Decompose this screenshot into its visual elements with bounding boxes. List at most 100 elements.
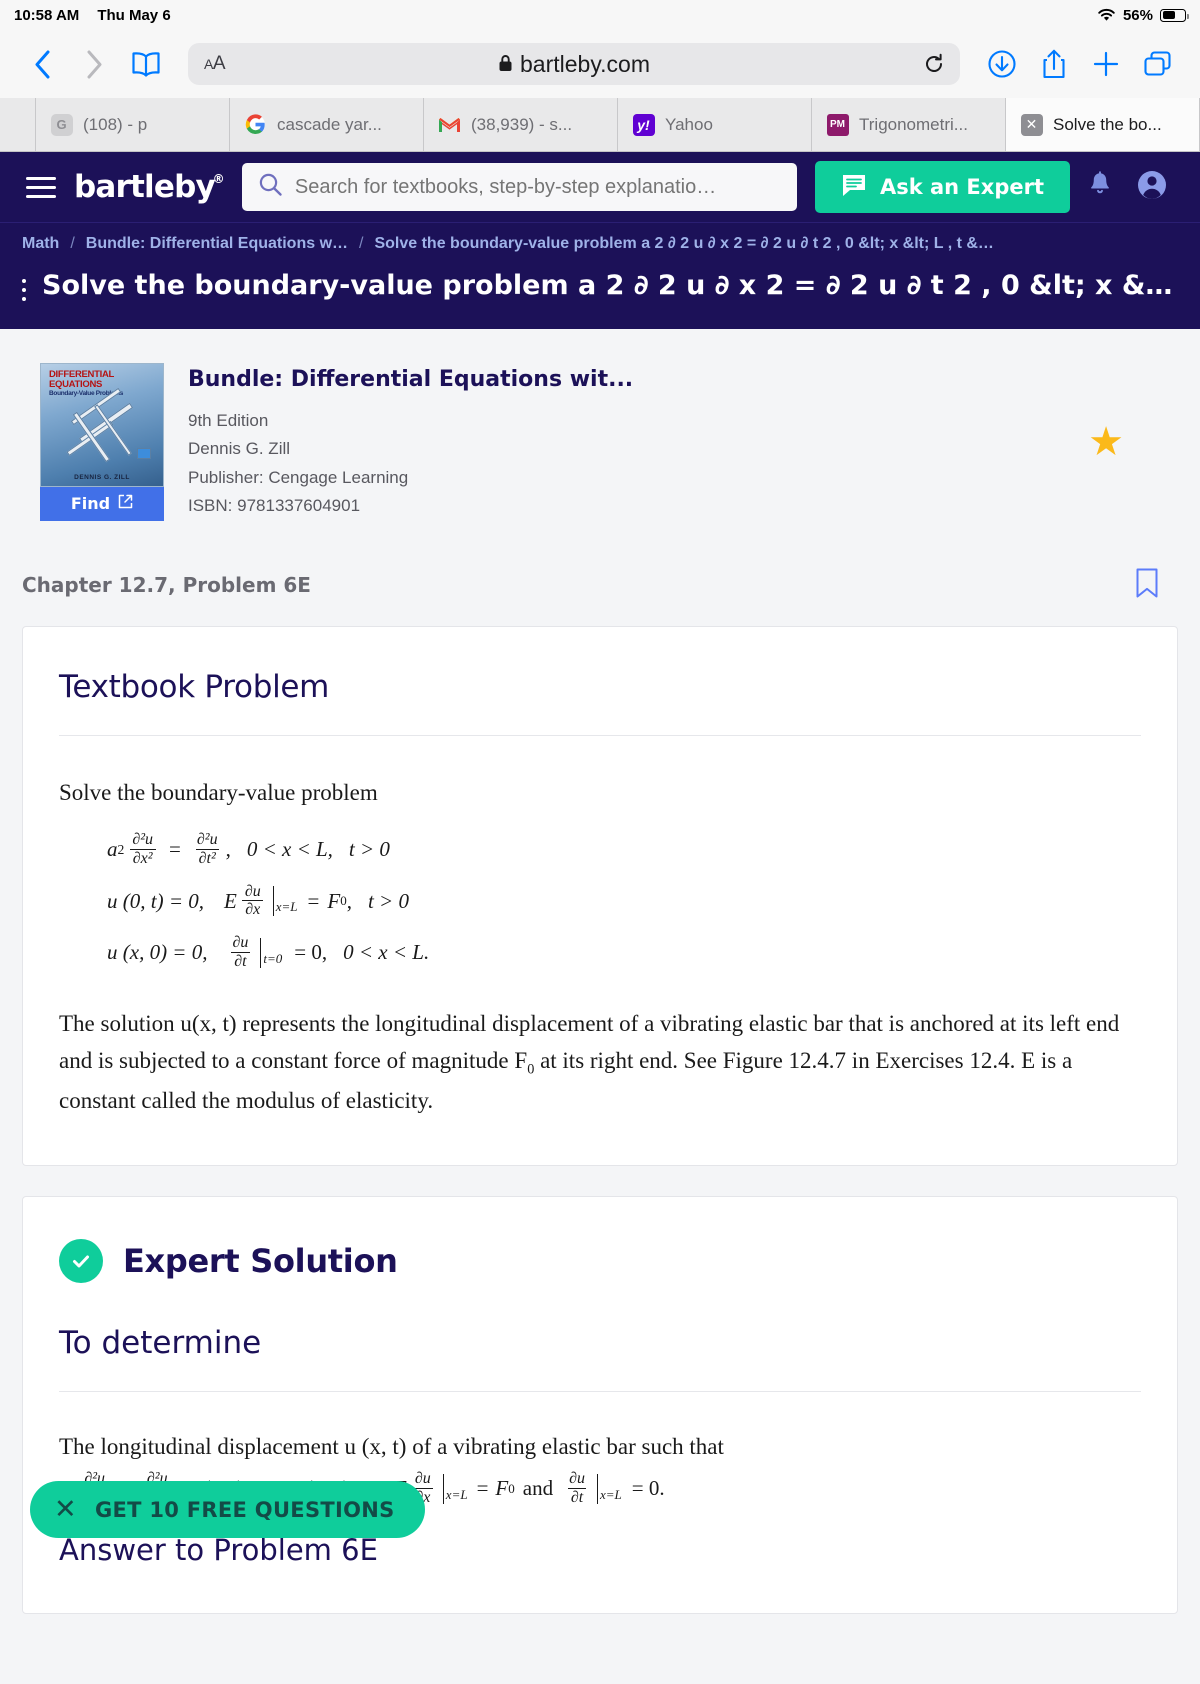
breadcrumb-separator: / <box>70 235 75 252</box>
tab-label: (38,939) - s... <box>471 114 573 134</box>
address-bar[interactable]: AA bartleby.com <box>188 43 960 85</box>
cover-subtitle: Boundary-Value Problems <box>49 389 124 397</box>
book-cover-image: DIFFERENTIAL EQUATIONS Boundary-Value Pr… <box>40 362 164 487</box>
reload-icon[interactable] <box>918 48 950 80</box>
breadcrumb-item-math[interactable]: Math <box>22 235 59 253</box>
breadcrumb-item-bundle[interactable]: Bundle: Differential Equations w… <box>86 235 348 253</box>
bookmark-icon[interactable] <box>1134 567 1160 604</box>
eq-a-exponent: 2 <box>117 841 125 857</box>
eq2-condition: t > 0 <box>367 888 409 913</box>
ex-frac4-den: ∂t <box>567 1487 587 1507</box>
forward-chevron-icon[interactable] <box>70 42 118 86</box>
browser-tab[interactable]: cascade yar... <box>230 98 424 151</box>
expert-solution-header: Expert Solution <box>59 1238 1141 1283</box>
ex-F-sub: 0 <box>508 1480 515 1496</box>
gmail-icon <box>438 113 461 136</box>
expert-solution-card: Expert Solution To determine The longitu… <box>22 1195 1178 1614</box>
eq-comma: , <box>225 837 231 862</box>
kebab-menu-icon[interactable] <box>22 269 26 301</box>
tabs-icon[interactable] <box>1134 42 1182 86</box>
eq2-lhs: u (0, t) = 0, <box>107 888 204 913</box>
breadcrumb: Math / Bundle: Differential Equations w…… <box>22 235 1178 253</box>
brand-registered-mark: ® <box>212 172 225 186</box>
back-chevron-icon[interactable] <box>18 42 66 86</box>
bell-icon[interactable] <box>1088 171 1112 203</box>
breadcrumb-current: Solve the boundary-value problem a 2 ∂ 2… <box>374 235 994 252</box>
ex-and: and <box>522 1476 554 1501</box>
x-icon: ✕ <box>1020 113 1043 136</box>
pm-icon: PM <box>826 113 849 136</box>
problem-intro: Solve the boundary-value problem <box>59 779 378 805</box>
plus-icon[interactable] <box>1082 42 1130 86</box>
book-cover-block: DIFFERENTIAL EQUATIONS Boundary-Value Pr… <box>40 362 164 521</box>
cta-label: GET 10 FREE QUESTIONS <box>94 1497 395 1522</box>
eq2-E: E <box>224 888 237 913</box>
browser-tab[interactable]: y! Yahoo <box>618 98 812 151</box>
battery-icon <box>1160 8 1189 22</box>
browser-tab-active[interactable]: ✕ Solve the bo... <box>1006 98 1200 151</box>
problem-equations: a2 ∂²u ∂x² = ∂²u ∂t² , 0 < x < L, t > 0 u … <box>107 830 1141 971</box>
book-edition: 9th Edition <box>188 410 269 430</box>
book-icon[interactable] <box>122 42 170 86</box>
chapter-label: Chapter 12.7, Problem 6E <box>22 573 311 598</box>
ex-evaluation-bar-1: x=L <box>441 1473 468 1504</box>
tab-label: (108) - p <box>83 114 148 134</box>
browser-tab-bar: G (108) - p cascade yar... (38,939) - s.… <box>0 98 1200 152</box>
search-box[interactable] <box>241 163 797 211</box>
cover-author: DENNIS G. ZILL <box>74 473 130 481</box>
book-title[interactable]: Bundle: Differential Equations wit... <box>188 367 1064 392</box>
eq3-eval-at: t=0 <box>263 950 283 966</box>
book-metadata: Bundle: Differential Equations wit... 9t… <box>188 363 1064 521</box>
star-icon[interactable]: ★ <box>1088 422 1160 462</box>
share-icon[interactable] <box>1030 42 1078 86</box>
bartleby-logo[interactable]: bartleby ® <box>74 169 225 205</box>
book-publisher: Publisher: Cengage Learning <box>188 467 409 487</box>
eq-frac1-num: ∂²u <box>132 830 154 848</box>
google-gray-icon: G <box>50 113 73 136</box>
browser-tab[interactable]: G (108) - p <box>36 98 230 151</box>
eq-frac2-num: ∂²u <box>196 830 218 848</box>
search-icon <box>258 172 283 202</box>
eq-frac2-den: ∂t² <box>195 848 219 868</box>
eq2-frac-num: ∂u <box>244 882 261 900</box>
eq-condition-2: t > 0 <box>348 837 390 862</box>
account-icon[interactable] <box>1136 169 1168 206</box>
eq2-comma: , <box>346 888 352 913</box>
eq3-evaluation-bar: t=0 <box>258 937 283 968</box>
search-input[interactable] <box>294 175 781 199</box>
ex-F: F <box>495 1476 509 1501</box>
ask-expert-button[interactable]: Ask an Expert <box>814 161 1070 213</box>
equation-line-1: a2 ∂²u ∂x² = ∂²u ∂t² , 0 < x < L, t > 0 <box>107 830 1141 868</box>
hamburger-menu-icon[interactable] <box>26 176 56 198</box>
eq2-eval-at: x=L <box>275 899 298 915</box>
textbook-problem-card: Textbook Problem Solve the boundary-valu… <box>22 625 1178 1166</box>
expert-solution-heading: Expert Solution <box>123 1241 398 1280</box>
breadcrumb-band: Math / Bundle: Differential Equations w…… <box>0 222 1200 329</box>
eq-a: a <box>107 837 118 862</box>
eq3-lhs: u (x, 0) = 0, <box>107 940 208 965</box>
ex-frac4-num: ∂u <box>569 1470 585 1488</box>
eq3-frac-den: ∂t <box>231 951 250 971</box>
eq2-evaluation-bar: x=L <box>271 886 298 917</box>
tab-label: Yahoo <box>665 114 713 134</box>
lock-icon <box>498 51 513 78</box>
to-determine-heading: To determine <box>59 1324 262 1361</box>
eq2-frac-den: ∂x <box>242 900 264 919</box>
eq2-F: F <box>327 888 341 913</box>
browser-tab[interactable]: PM Trigonometri... <box>812 98 1006 151</box>
status-date: Thu May 6 <box>97 6 171 24</box>
browser-tab[interactable]: (38,939) - s... <box>424 98 618 151</box>
close-icon[interactable]: ✕ <box>54 1496 77 1523</box>
ask-expert-label: Ask an Expert <box>879 175 1044 199</box>
check-circle-icon <box>59 1238 103 1283</box>
download-icon[interactable] <box>978 42 1026 86</box>
equation-line-3: u (x, 0) = 0, ∂u ∂t t=0 = 0, 0 < x < L. <box>107 934 1141 971</box>
divider <box>59 734 1141 736</box>
find-button[interactable]: Find <box>40 486 164 521</box>
expert-body-line: The longitudinal displacement u (x, t) o… <box>59 1433 724 1459</box>
get-free-questions-cta[interactable]: ✕ GET 10 FREE QUESTIONS <box>30 1481 425 1538</box>
chat-icon <box>841 172 867 203</box>
divider <box>59 1390 1141 1392</box>
eq-equals: = <box>169 837 181 862</box>
tab-strip-edge[interactable] <box>0 98 36 151</box>
